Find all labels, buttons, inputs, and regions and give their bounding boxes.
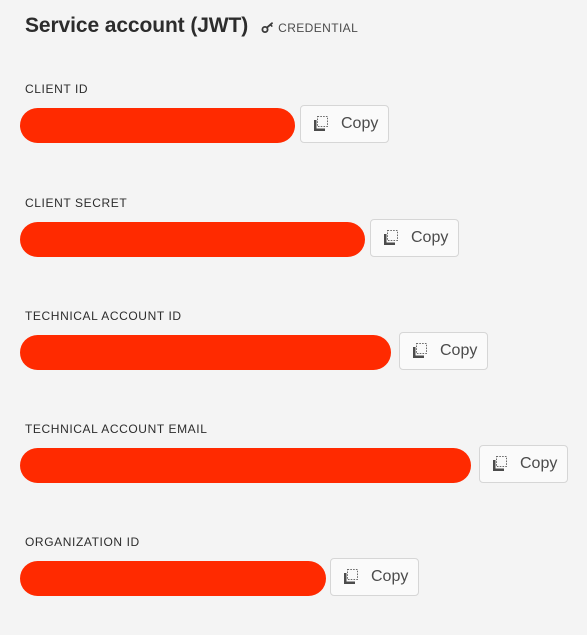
copy-button-label: Copy (411, 229, 449, 246)
credential-badge-label: CREDENTIAL (278, 20, 359, 35)
copy-icon (341, 567, 361, 587)
copy-button-label: Copy (371, 568, 409, 585)
copy-icon (381, 228, 401, 248)
key-icon (261, 21, 274, 34)
copy-icon (311, 114, 331, 134)
copy-icon (490, 454, 510, 474)
copy-icon (410, 341, 430, 361)
field-label: TECHNICAL ACCOUNT ID (25, 309, 182, 323)
field-label: CLIENT ID (25, 82, 89, 96)
copy-button-label: Copy (440, 342, 478, 359)
redacted-value (20, 448, 471, 483)
redacted-value (20, 335, 391, 370)
redacted-value (20, 222, 365, 257)
copy-button-label: Copy (520, 455, 558, 472)
redacted-value (20, 108, 295, 143)
copy-technical-account-email-button[interactable]: Copy (479, 445, 568, 483)
copy-client-id-button[interactable]: Copy (300, 105, 389, 143)
copy-organization-id-button[interactable]: Copy (330, 558, 419, 596)
credential-badge: CREDENTIAL (261, 21, 358, 35)
page-title: Service account (JWT) (25, 14, 249, 37)
field-label: ORGANIZATION ID (25, 535, 140, 549)
credential-header: Service account (JWT) CREDENTIAL (25, 10, 358, 42)
field-label: CLIENT SECRET (25, 196, 128, 210)
copy-technical-account-id-button[interactable]: Copy (399, 332, 488, 370)
copy-client-secret-button[interactable]: Copy (370, 219, 459, 257)
field-label: TECHNICAL ACCOUNT EMAIL (25, 422, 208, 436)
copy-button-label: Copy (341, 115, 379, 132)
redacted-value (20, 561, 326, 596)
